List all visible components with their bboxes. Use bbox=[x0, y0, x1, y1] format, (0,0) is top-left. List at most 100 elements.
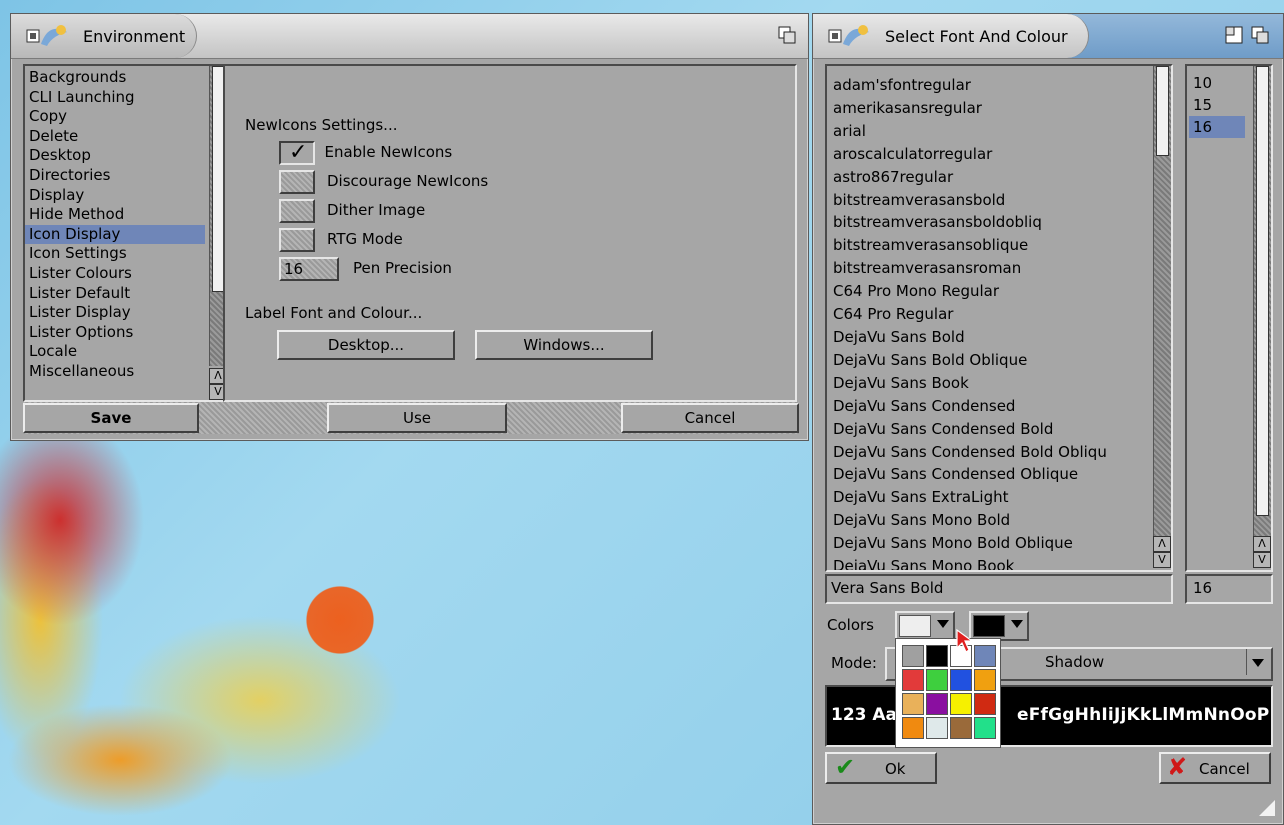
dither-image-checkbox[interactable] bbox=[279, 199, 315, 223]
font-item[interactable]: DejaVu Sans Mono Bold Oblique bbox=[833, 532, 1153, 555]
foreground-color-button[interactable] bbox=[895, 611, 955, 641]
palette-swatch[interactable] bbox=[926, 693, 948, 715]
font-scroll-up-arrow[interactable]: Λ bbox=[1153, 536, 1171, 552]
use-button[interactable]: Use bbox=[327, 403, 507, 433]
palette-swatch[interactable] bbox=[974, 693, 996, 715]
font-name-field[interactable]: Vera Sans Bold bbox=[825, 574, 1173, 604]
category-item[interactable]: CLI Launching bbox=[25, 88, 205, 108]
environment-titlebar[interactable]: Environment bbox=[11, 14, 808, 59]
palette-swatch[interactable] bbox=[902, 717, 924, 739]
category-item[interactable]: Desktop bbox=[25, 146, 205, 166]
category-item[interactable]: Display bbox=[25, 186, 205, 206]
category-item[interactable]: Hide Method bbox=[25, 205, 205, 225]
window-title: Select Font And Colour bbox=[885, 27, 1068, 46]
category-item[interactable]: Delete bbox=[25, 127, 205, 147]
palette-swatch[interactable] bbox=[902, 645, 924, 667]
category-item[interactable]: Icon Settings bbox=[25, 244, 205, 264]
enable-newicons-label: EEnable NewIcons bbox=[324, 143, 453, 161]
category-item[interactable]: Backgrounds bbox=[25, 68, 205, 88]
font-titlebar[interactable]: Select Font And Colour bbox=[813, 14, 1283, 59]
rtg-mode-checkbox[interactable] bbox=[279, 228, 315, 252]
font-item[interactable]: bitstreamverasansboldobliq bbox=[833, 211, 1153, 234]
palette-swatch[interactable] bbox=[974, 717, 996, 739]
cancel-button[interactable]: Cancel bbox=[621, 403, 799, 433]
discourage-newicons-label: Discourage NewIcons bbox=[327, 172, 489, 190]
font-size-value: 16 bbox=[1193, 579, 1213, 597]
palette-swatch[interactable] bbox=[926, 717, 948, 739]
font-item[interactable]: C64 Pro Regular bbox=[833, 303, 1153, 326]
font-item[interactable]: DejaVu Sans Bold bbox=[833, 326, 1153, 349]
category-item[interactable]: Miscellaneous bbox=[25, 362, 205, 382]
label-font-heading: Label Font and Colour... bbox=[245, 304, 423, 322]
palette-swatch[interactable] bbox=[926, 669, 948, 691]
enable-label-text: Enable NewIcons bbox=[324, 143, 453, 161]
font-preview: 123 Aa eFfGgHhIiJjKkLlMmNnOoP bbox=[825, 685, 1273, 747]
depth-gadget-icon[interactable] bbox=[778, 26, 796, 44]
size-items: 10 15 16 bbox=[1189, 72, 1245, 138]
font-item[interactable]: DejaVu Sans Condensed Oblique bbox=[833, 463, 1153, 486]
font-item[interactable]: aroscalculatorregular bbox=[833, 143, 1153, 166]
palette-swatch[interactable] bbox=[950, 669, 972, 691]
windows-button[interactable]: Windows... bbox=[475, 330, 653, 360]
font-item[interactable]: C64 Pro Mono Regular bbox=[833, 280, 1153, 303]
size-scroll-down-arrow[interactable]: V bbox=[1253, 552, 1271, 568]
font-item[interactable]: arial bbox=[833, 120, 1153, 143]
font-name-value: Vera Sans Bold bbox=[831, 579, 944, 597]
category-item[interactable]: Lister Options bbox=[25, 323, 205, 343]
palette-swatch[interactable] bbox=[950, 717, 972, 739]
palette-swatch[interactable] bbox=[950, 693, 972, 715]
font-item[interactable]: DejaVu Sans Mono Book bbox=[833, 555, 1153, 570]
size-item[interactable]: 10 bbox=[1189, 72, 1245, 94]
zoom-gadget-icon[interactable] bbox=[1225, 26, 1243, 44]
palette-swatch[interactable] bbox=[902, 693, 924, 715]
font-scroll-down-arrow[interactable]: V bbox=[1153, 552, 1171, 568]
font-item[interactable]: DejaVu Sans Condensed bbox=[833, 395, 1153, 418]
category-item[interactable]: Locale bbox=[25, 342, 205, 362]
category-item[interactable]: Lister Colours bbox=[25, 264, 205, 284]
category-item[interactable]: Directories bbox=[25, 166, 205, 186]
ok-button[interactable]: ✔ Ok bbox=[825, 752, 937, 784]
font-item[interactable]: bitstreamverasansroman bbox=[833, 257, 1153, 280]
scroll-thumb[interactable] bbox=[1256, 66, 1269, 516]
font-window: Select Font And Colour adam'sfontregular… bbox=[812, 13, 1284, 825]
desktop-button[interactable]: Desktop... bbox=[277, 330, 455, 360]
font-item[interactable]: adam'sfontregular bbox=[833, 74, 1153, 97]
cancel-button[interactable]: ✘ Cancel bbox=[1159, 752, 1271, 784]
category-item[interactable]: Copy bbox=[25, 107, 205, 127]
font-item[interactable]: DejaVu Sans Condensed Bold bbox=[833, 418, 1153, 441]
size-scrollbar[interactable] bbox=[1253, 66, 1271, 536]
font-item[interactable]: bitstreamverasansbold bbox=[833, 189, 1153, 212]
discourage-newicons-checkbox[interactable] bbox=[279, 170, 315, 194]
palette-swatch[interactable] bbox=[974, 669, 996, 691]
palette-swatch[interactable] bbox=[902, 669, 924, 691]
font-item[interactable]: DejaVu Sans ExtraLight bbox=[833, 486, 1153, 509]
save-button[interactable]: Save bbox=[23, 403, 199, 433]
checkmark-icon: ✔ bbox=[835, 753, 856, 781]
font-item[interactable]: astro867regular bbox=[833, 166, 1153, 189]
environment-window: Environment Backgrounds CLI Launching Copy… bbox=[10, 13, 809, 441]
app-logo-icon bbox=[21, 22, 71, 50]
font-item[interactable]: DejaVu Sans Book bbox=[833, 372, 1153, 395]
palette-swatch[interactable] bbox=[926, 645, 948, 667]
enable-newicons-checkbox[interactable]: ✓ bbox=[279, 140, 315, 165]
category-item[interactable]: Lister Display bbox=[25, 303, 205, 323]
font-item[interactable]: DejaVu Sans Mono Bold bbox=[833, 509, 1153, 532]
size-item[interactable]: 16 bbox=[1189, 116, 1245, 138]
category-item[interactable]: Lister Default bbox=[25, 284, 205, 304]
size-scroll-up-arrow[interactable]: Λ bbox=[1253, 536, 1271, 552]
pen-precision-field[interactable]: 16 bbox=[279, 257, 339, 281]
size-item[interactable]: 15 bbox=[1189, 94, 1245, 116]
preview-text-left: 123 Aa bbox=[831, 705, 898, 725]
font-item[interactable]: DejaVu Sans Bold Oblique bbox=[833, 349, 1153, 372]
font-scrollbar[interactable] bbox=[1153, 66, 1171, 536]
scroll-thumb[interactable] bbox=[1156, 66, 1169, 156]
font-item[interactable]: amerikasansregular bbox=[833, 97, 1153, 120]
category-item[interactable]: Icon Display bbox=[25, 224, 205, 245]
mouse-pointer-icon bbox=[955, 628, 979, 658]
resize-handle-icon[interactable] bbox=[1259, 800, 1275, 816]
font-list: adam'sfontregular amerikasansregular arial… bbox=[825, 64, 1173, 572]
font-size-field[interactable]: 16 bbox=[1185, 574, 1273, 604]
font-item[interactable]: DejaVu Sans Condensed Bold Obliqu bbox=[833, 441, 1153, 464]
font-item[interactable]: bitstreamverasansoblique bbox=[833, 234, 1153, 257]
depth-gadget-icon[interactable] bbox=[1251, 26, 1269, 44]
